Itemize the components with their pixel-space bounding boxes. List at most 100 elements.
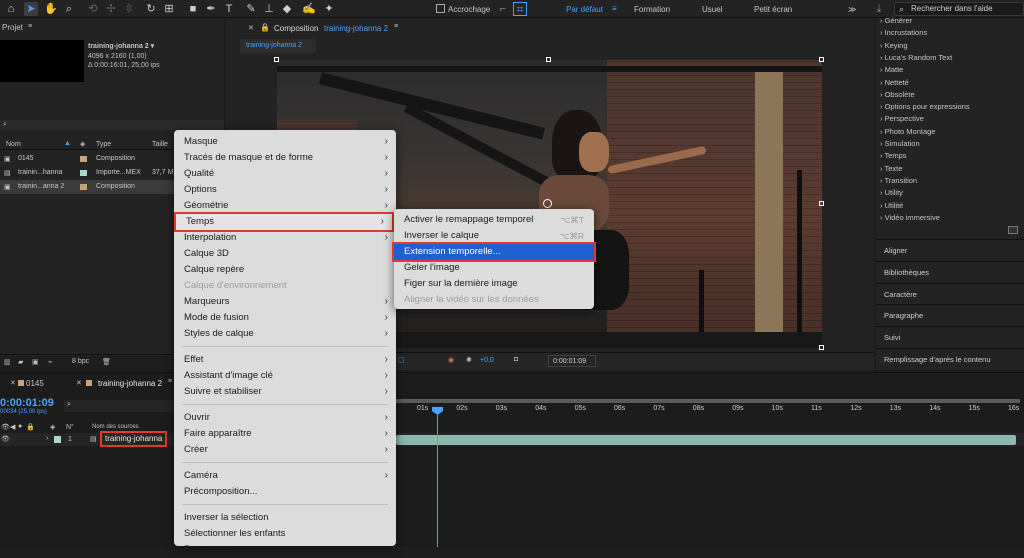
snap-checkbox[interactable]: [436, 4, 445, 13]
anchor-point[interactable]: [543, 199, 552, 208]
menu-item-précomposition[interactable]: Précomposition...: [174, 484, 396, 500]
transform-handle[interactable]: [819, 201, 824, 206]
menu-item-interpolation[interactable]: Interpolation ›: [174, 230, 396, 246]
home-icon[interactable]: ⌂: [4, 2, 18, 16]
snapshot-icon[interactable]: ◘: [514, 356, 518, 363]
menu-item-calque-3d[interactable]: Calque 3D: [174, 246, 396, 262]
new-bin-icon[interactable]: [1008, 226, 1018, 234]
playhead[interactable]: [432, 407, 443, 415]
eraser-tool-icon[interactable]: ◆: [280, 2, 294, 16]
effect-category[interactable]: › Utility: [880, 188, 903, 197]
pen-tool-icon[interactable]: ✒: [204, 2, 218, 16]
label-column-icon[interactable]: ◈: [50, 423, 55, 431]
trash-icon[interactable]: 🗑: [102, 358, 111, 366]
effect-category[interactable]: › Photo Montage: [880, 127, 935, 136]
label-column-icon[interactable]: ◈: [80, 140, 85, 148]
menu-item-suivre-et-stabiliser[interactable]: Suivre et stabiliser ›: [174, 384, 396, 400]
timeline-search-input[interactable]: ⌕: [64, 400, 174, 412]
orbit-tool-icon[interactable]: ⟲: [86, 2, 100, 16]
menu-item-géométrie[interactable]: Géométrie ›: [174, 198, 396, 214]
effect-category[interactable]: › Incrustations: [880, 28, 927, 37]
panel-header[interactable]: Aligner: [876, 239, 1024, 260]
transform-handle[interactable]: [274, 57, 279, 62]
lock-icon[interactable]: 🔒: [260, 23, 270, 32]
column-size[interactable]: Taille: [152, 141, 168, 148]
menu-item-renommer[interactable]: Renommer: [174, 542, 396, 558]
panel-header[interactable]: Suivi: [876, 326, 1024, 347]
menu-item-temps[interactable]: Temps ›: [174, 212, 394, 232]
timeline-tab-0145[interactable]: 0145: [26, 379, 44, 388]
timeline-tab-active[interactable]: training-johanna 2: [98, 379, 162, 388]
timeline-timecode[interactable]: 0:00:01:09: [0, 397, 54, 409]
workspace-default[interactable]: Par défaut: [566, 5, 603, 14]
transform-handle[interactable]: [819, 57, 824, 62]
effect-category[interactable]: › Netteté: [880, 78, 909, 87]
menu-item-créer[interactable]: Créer ›: [174, 442, 396, 458]
transform-handle[interactable]: [819, 345, 824, 350]
effect-category[interactable]: › Générer: [880, 16, 912, 25]
workspace-small-screen[interactable]: Petit écran: [754, 5, 792, 14]
effect-category[interactable]: › Matte: [880, 65, 903, 74]
export-icon[interactable]: ⤓: [872, 2, 886, 16]
eye-icon[interactable]: 👁: [1, 423, 10, 431]
effect-category[interactable]: › Options pour expressions: [880, 102, 970, 111]
panel-header[interactable]: Bibliothèques: [876, 260, 1024, 282]
lock-icon[interactable]: 🔒: [26, 423, 35, 431]
snap-target-icon[interactable]: ⌗: [513, 2, 527, 16]
menu-item-effet[interactable]: Effet ›: [174, 352, 396, 368]
menu-item-inverser-la-sélection[interactable]: Inverser la sélection: [174, 510, 396, 526]
interpret-footage-icon[interactable]: ▥: [4, 358, 11, 366]
menu-item-styles-de-calque[interactable]: Styles de calque ›: [174, 326, 396, 342]
brush-tool-icon[interactable]: ✎: [244, 2, 258, 16]
current-time-display[interactable]: 0:00:01:09: [548, 355, 596, 367]
new-comp-icon[interactable]: ▣: [32, 358, 39, 366]
zoom-tool-icon[interactable]: ⌕: [62, 2, 76, 16]
workspace-training[interactable]: Formation: [634, 5, 670, 14]
close-icon[interactable]: ✕: [248, 24, 254, 32]
workspace-usual[interactable]: Usuel: [702, 5, 722, 14]
more-workspaces-button[interactable]: ≫: [848, 5, 856, 14]
panel-header[interactable]: Paragraphe: [876, 304, 1024, 325]
panel-header[interactable]: Caractère: [876, 282, 1024, 304]
transform-handle[interactable]: [546, 57, 551, 62]
reset-exposure-icon[interactable]: ✺: [466, 356, 472, 364]
effect-category[interactable]: › Vidéo immersive: [880, 213, 940, 222]
submenu-item-4[interactable]: Figer sur la dernière image: [394, 276, 594, 292]
column-type[interactable]: Type: [96, 141, 111, 148]
effect-category[interactable]: › Keying: [880, 41, 908, 50]
layer-name[interactable]: training-johanna: [99, 431, 168, 447]
workspace-menu-icon[interactable]: ≡: [612, 4, 617, 13]
type-tool-icon[interactable]: T: [222, 2, 236, 16]
menu-item-options[interactable]: Options ›: [174, 182, 396, 198]
dolly-tool-icon[interactable]: ⇳: [122, 2, 136, 16]
effect-category[interactable]: › Texte: [880, 164, 902, 173]
flowchart-icon[interactable]: ⌁: [48, 358, 52, 366]
rectangle-tool-icon[interactable]: ■: [186, 2, 200, 16]
effect-category[interactable]: › Transition: [880, 176, 917, 185]
effect-category[interactable]: › Temps: [880, 151, 907, 160]
menu-item-tracés-de-masque-et-de-forme[interactable]: Tracés de masque et de forme ›: [174, 150, 396, 166]
rotate-tool-icon[interactable]: ↻: [144, 2, 158, 16]
effect-category[interactable]: › Luca's Random Text: [880, 53, 952, 62]
clone-stamp-tool-icon[interactable]: ⊥: [262, 2, 276, 16]
effect-category[interactable]: › Perspective: [880, 114, 924, 123]
menu-item-qualité[interactable]: Qualité ›: [174, 166, 396, 182]
column-name[interactable]: Nom: [6, 141, 21, 148]
panel-menu-icon[interactable]: ≡: [394, 23, 398, 30]
submenu-item-1[interactable]: Inverser le calque ⌥⌘R: [394, 228, 594, 244]
eye-icon[interactable]: 👁: [1, 435, 10, 443]
puppet-tool-icon[interactable]: ✦: [322, 2, 336, 16]
new-folder-icon[interactable]: ▰: [18, 358, 23, 366]
menu-item-faire-apparaître[interactable]: Faire apparaître ›: [174, 426, 396, 442]
submenu-item-0[interactable]: Activer le remappage temporel ⌥⌘T: [394, 212, 594, 228]
snap-option-icon[interactable]: ⌐: [496, 2, 510, 16]
menu-item-marqueurs[interactable]: Marqueurs ›: [174, 294, 396, 310]
solo-icon[interactable]: ●: [18, 423, 22, 430]
submenu-item-2[interactable]: Extension temporelle...: [392, 242, 596, 262]
menu-item-caméra[interactable]: Caméra ›: [174, 468, 396, 484]
comp-panel-name[interactable]: training-johanna 2: [324, 24, 388, 33]
effect-category[interactable]: › Utilité: [880, 201, 903, 210]
layer-duration-bar[interactable]: [396, 435, 1016, 445]
move-tool-icon[interactable]: ✢: [104, 2, 118, 16]
sort-ascending-icon[interactable]: ▲: [64, 140, 71, 147]
